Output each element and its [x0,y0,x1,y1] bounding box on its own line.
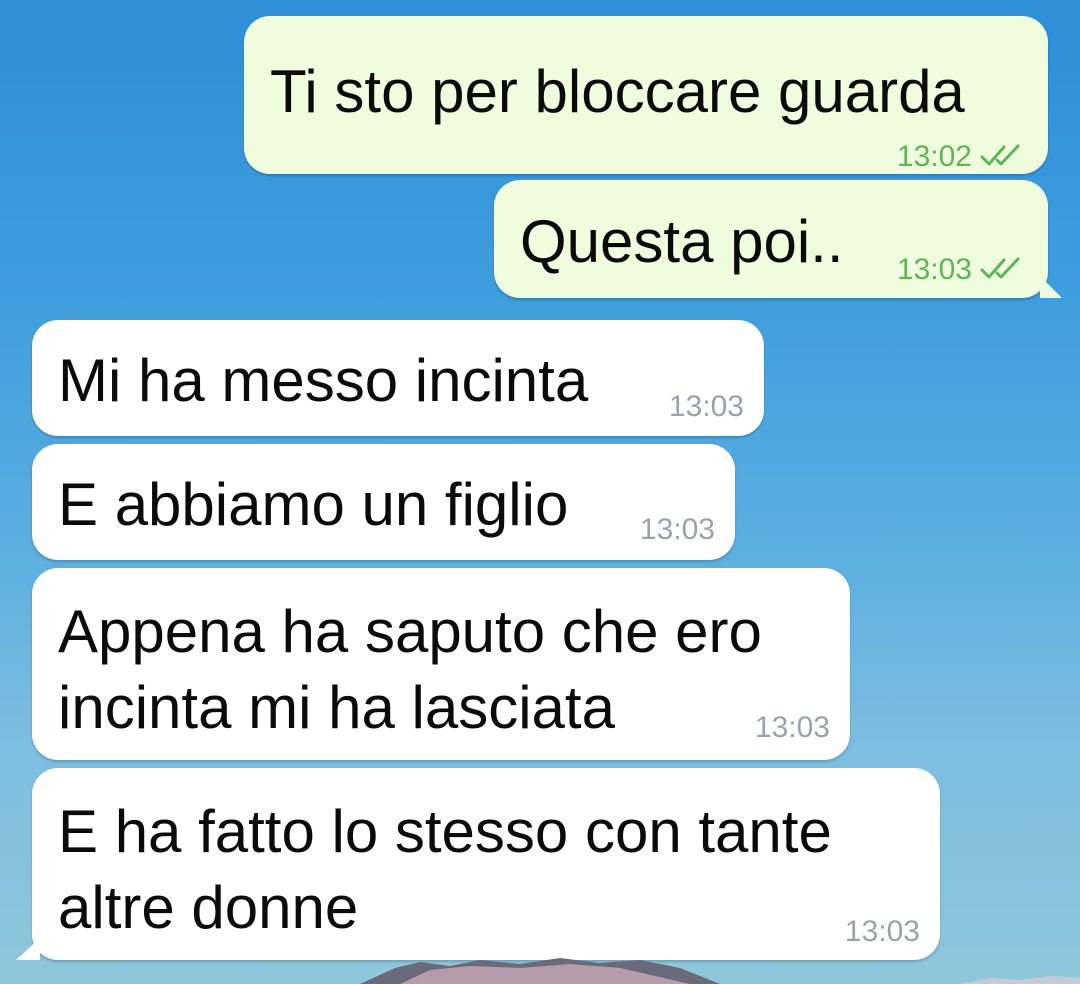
message-bubble-outgoing[interactable]: Ti sto per bloccare guarda 13:02 [244,16,1048,174]
message-bubble-incoming[interactable]: Appena ha saputo che ero incinta mi ha l… [32,568,850,760]
message-bubble-outgoing[interactable]: Questa poi.. 13:03 [494,180,1062,298]
message-time: 13:03 [896,253,972,286]
message-text: E abbiamo un figlio [58,471,569,538]
message-time: 13:03 [668,390,744,423]
message-text-line: Appena ha saputo che ero [58,598,762,665]
message-bubble-incoming[interactable]: E ha fatto lo stesso con tante altre don… [16,768,940,960]
message-text: Questa poi.. [520,208,844,275]
message-time: 13:03 [639,513,715,546]
message-text-line: altre donne [58,874,359,941]
message-bubble-incoming[interactable]: Mi ha messo incinta 13:03 [32,320,764,436]
double-check-icon [980,253,1026,289]
message-time: 13:02 [896,140,972,173]
chat-history[interactable]: Ti sto per bloccare guarda 13:02 Questa … [0,0,1080,984]
message-time: 13:03 [844,915,920,948]
message-text: Mi ha messo incinta [58,347,589,414]
message-meta: 13:02 [897,139,1026,176]
message-text-line: incinta mi ha lasciata [58,674,615,741]
message-bubble-incoming[interactable]: E abbiamo un figlio 13:03 [32,444,735,560]
message-text: Ti sto per bloccare guarda [270,58,965,125]
message-text-line: E ha fatto lo stesso con tante [58,798,832,865]
double-check-icon [980,140,1026,176]
message-time: 13:03 [754,711,830,744]
message-meta: 13:03 [897,252,1026,289]
wallpaper-mountain [360,958,1080,984]
